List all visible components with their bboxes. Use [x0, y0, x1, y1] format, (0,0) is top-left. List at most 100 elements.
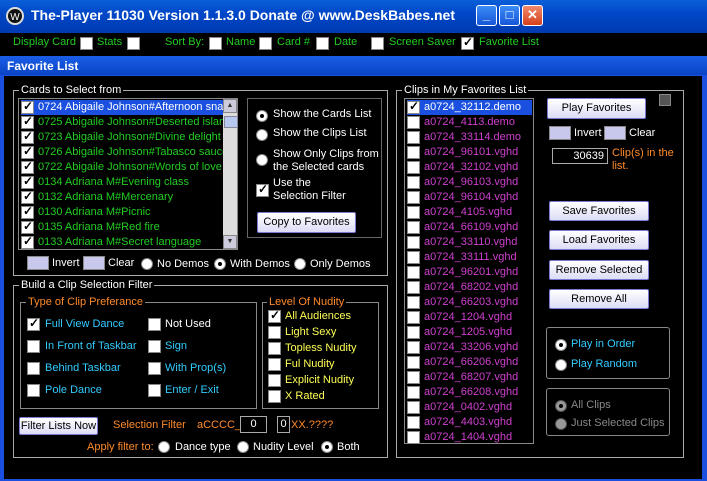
card-row[interactable]: 0134 Adriana M#Evening class	[21, 174, 221, 190]
card-row[interactable]: 0135 Adriana M#Red fire	[21, 219, 221, 235]
stats-checkbox[interactable]	[127, 37, 140, 50]
clip-row[interactable]: a0724_33110.vghd	[407, 235, 532, 250]
clip-row[interactable]: a0724_4403.vghd	[407, 415, 532, 430]
ful-nudity-checkbox[interactable]	[268, 358, 281, 371]
clip-checkbox[interactable]	[407, 431, 420, 443]
card-row[interactable]: 0130 Adriana M#Picnic	[21, 204, 221, 220]
behind-checkbox[interactable]	[27, 362, 40, 375]
card-checkbox[interactable]	[21, 204, 34, 219]
clip-checkbox[interactable]	[407, 161, 420, 174]
all-audiences-checkbox[interactable]	[268, 308, 281, 323]
sort-date-checkbox[interactable]	[316, 37, 329, 50]
clip-checkbox[interactable]	[407, 251, 420, 264]
clip-checkbox[interactable]	[407, 221, 420, 234]
card-checkbox[interactable]	[21, 159, 34, 174]
clip-row[interactable]: a0724_33206.vghd	[407, 340, 532, 355]
card-row[interactable]: 0724 Abigaile Johnson#Afternoon snac	[21, 99, 229, 115]
clip-row[interactable]: a0724_1205.vghd	[407, 325, 532, 340]
favorite-list-checkbox[interactable]	[461, 35, 474, 50]
with-demos-radio[interactable]	[214, 258, 226, 270]
topless-checkbox[interactable]	[268, 342, 281, 355]
enter-exit-checkbox[interactable]	[148, 384, 161, 397]
clip-row[interactable]: a0724_1204.vghd	[407, 310, 532, 325]
app-logo-icon[interactable]: W	[6, 7, 24, 25]
card-checkbox[interactable]	[21, 114, 34, 129]
clip-checkbox[interactable]	[407, 326, 420, 339]
remove-selected-button[interactable]: Remove Selected	[549, 260, 649, 280]
clip-row[interactable]: a0724_4113.demo	[407, 115, 532, 130]
pole-checkbox[interactable]	[27, 384, 40, 397]
filter-code-field-2[interactable]: 0	[277, 416, 290, 433]
clip-checkbox[interactable]	[407, 116, 420, 129]
x-rated-checkbox[interactable]	[268, 390, 281, 403]
show-only-clips-radio[interactable]	[256, 154, 268, 166]
clip-row[interactable]: a0724_66109.vghd	[407, 220, 532, 235]
clip-row[interactable]: a0724_96201.vghd	[407, 265, 532, 280]
play-favorites-button[interactable]: Play Favorites	[547, 98, 646, 119]
clip-checkbox[interactable]	[407, 191, 420, 204]
just-selected-radio[interactable]	[555, 418, 567, 430]
clip-row[interactable]: a0724_68202.vghd	[407, 280, 532, 295]
filter-code-field-1[interactable]: 0	[240, 416, 267, 433]
card-row[interactable]: 0723 Abigaile Johnson#Divine delight	[21, 129, 221, 145]
card-checkbox[interactable]	[21, 234, 34, 249]
copy-to-favorites-button[interactable]: Copy to Favorites	[257, 212, 356, 233]
clear-clips-button[interactable]	[604, 126, 626, 140]
clip-row[interactable]: a0724_68207.vghd	[407, 370, 532, 385]
explicit-checkbox[interactable]	[268, 374, 281, 387]
full-view-checkbox[interactable]	[27, 316, 40, 331]
clip-checkbox[interactable]	[407, 386, 420, 399]
clip-row[interactable]: a0724_32112.demo	[407, 99, 532, 115]
screen-saver-checkbox[interactable]	[371, 37, 384, 50]
cards-listbox[interactable]: 0724 Abigaile Johnson#Afternoon snac 0725…	[18, 98, 238, 250]
play-random-radio[interactable]	[555, 359, 567, 371]
clip-row[interactable]: a0724_4105.vghd	[407, 205, 532, 220]
no-demos-radio[interactable]	[141, 258, 153, 270]
clip-checkbox[interactable]	[407, 266, 420, 279]
clip-row[interactable]: a0724_66206.vghd	[407, 355, 532, 370]
card-row[interactable]: 0725 Abigaile Johnson#Deserted island	[21, 114, 231, 130]
both-radio[interactable]	[321, 441, 333, 453]
clip-row[interactable]: a0724_0402.vghd	[407, 400, 532, 415]
play-order-radio[interactable]	[555, 339, 567, 351]
sign-checkbox[interactable]	[148, 340, 161, 353]
card-row[interactable]: 0722 Abigaile Johnson#Words of love	[21, 159, 222, 175]
only-demos-radio[interactable]	[294, 258, 306, 270]
sort-name-checkbox[interactable]	[209, 37, 222, 50]
in-front-checkbox[interactable]	[27, 340, 40, 353]
minimize-button[interactable]: _	[476, 5, 497, 26]
light-sexy-checkbox[interactable]	[268, 326, 281, 339]
clip-row[interactable]: a0724_96104.vghd	[407, 190, 532, 205]
scroll-down-icon[interactable]: ▼	[223, 235, 237, 249]
clip-checkbox[interactable]	[407, 176, 420, 189]
remove-all-button[interactable]: Remove All	[549, 289, 649, 309]
card-row[interactable]: 0133 Adriana M#Secret language	[21, 234, 221, 249]
clip-checkbox[interactable]	[407, 131, 420, 144]
card-checkbox[interactable]	[21, 174, 34, 189]
clip-row[interactable]: a0724_66203.vghd	[407, 295, 532, 310]
load-favorites-button[interactable]: Load Favorites	[549, 230, 649, 250]
clip-checkbox[interactable]	[407, 341, 420, 354]
clip-checkbox[interactable]	[407, 99, 420, 114]
use-filter-checkbox[interactable]	[256, 182, 269, 197]
clip-checkbox[interactable]	[407, 416, 420, 429]
clips-listbox[interactable]: a0724_32112.demo a0724_4113.demo a0724_331…	[404, 98, 534, 444]
clip-row[interactable]: a0724_33114.demo	[407, 130, 532, 145]
resize-handle-icon[interactable]	[659, 94, 671, 106]
clip-checkbox[interactable]	[407, 281, 420, 294]
card-row[interactable]: 0726 Abigaile Johnson#Tabasco sauce	[21, 144, 228, 160]
clip-row[interactable]: a0724_1404.vghd	[407, 430, 532, 443]
clip-checkbox[interactable]	[407, 146, 420, 159]
save-favorites-button[interactable]: Save Favorites	[549, 201, 649, 221]
card-row[interactable]: 0132 Adriana M#Mercenary	[21, 189, 221, 205]
clip-row[interactable]: a0724_96101.vghd	[407, 145, 532, 160]
card-checkbox[interactable]	[21, 129, 34, 144]
clip-checkbox[interactable]	[407, 206, 420, 219]
all-clips-radio[interactable]	[555, 400, 567, 412]
clip-checkbox[interactable]	[407, 311, 420, 324]
show-cards-radio[interactable]	[256, 110, 268, 122]
with-props-checkbox[interactable]	[148, 362, 161, 375]
clip-checkbox[interactable]	[407, 236, 420, 249]
card-checkbox[interactable]	[21, 189, 34, 204]
clip-row[interactable]: a0724_32102.vghd	[407, 160, 532, 175]
